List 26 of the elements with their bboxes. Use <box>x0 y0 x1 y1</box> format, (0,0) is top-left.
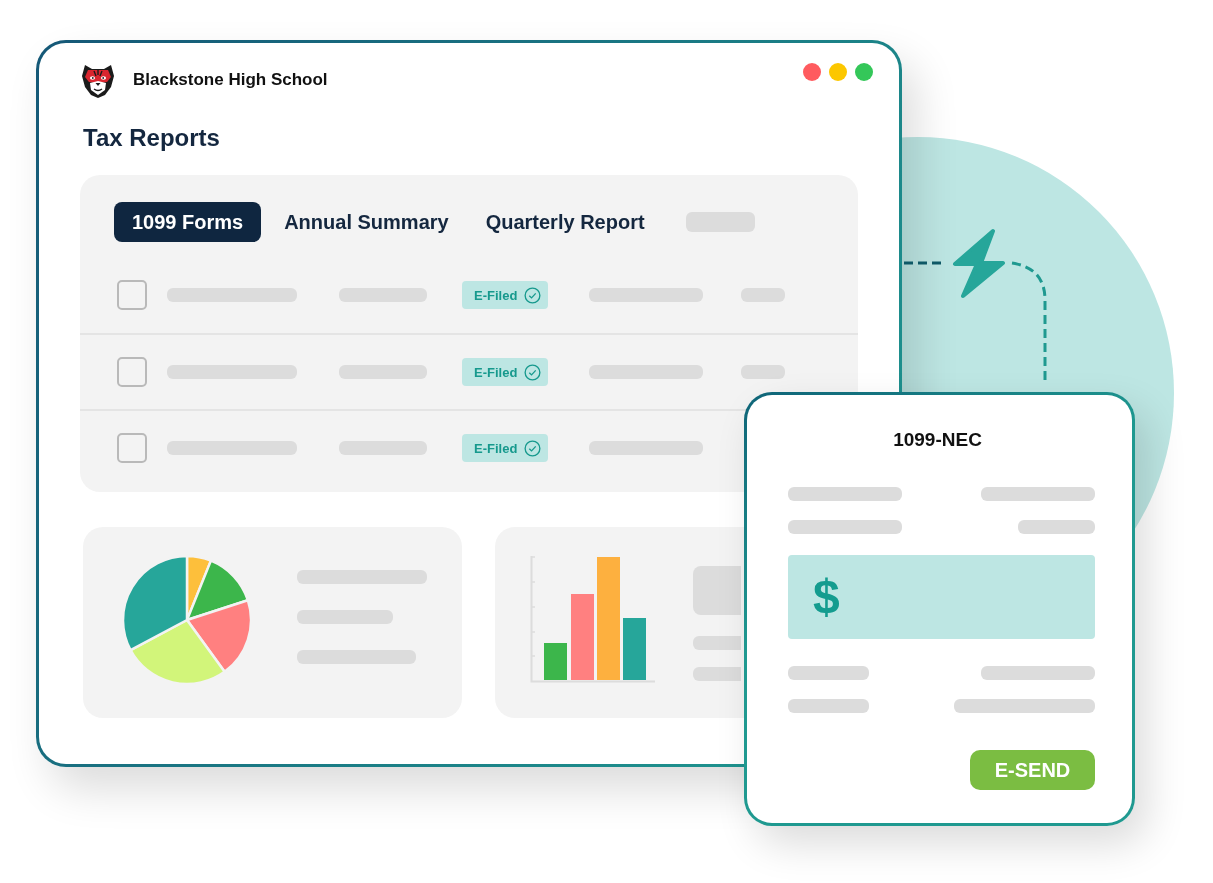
status-text: E-Filed <box>474 440 518 456</box>
tab[interactable]: Annual Summary <box>270 202 463 242</box>
check-circle-icon <box>524 363 542 381</box>
tab[interactable]: 1099 Forms <box>114 202 262 242</box>
page-title: Tax Reports <box>83 123 221 153</box>
checkbox[interactable] <box>117 357 147 387</box>
tab[interactable]: Quarterly Report <box>471 202 659 242</box>
check-circle-icon <box>524 439 542 457</box>
checkbox[interactable] <box>117 280 147 310</box>
tiger-head-icon <box>80 62 116 98</box>
placeholder-block <box>693 566 741 615</box>
placeholder-bar <box>693 636 741 650</box>
currency-symbol: $ <box>813 573 840 621</box>
form-title: 1099-NEC <box>893 428 982 452</box>
dashed-connector <box>904 261 944 265</box>
maximize-button[interactable] <box>855 63 873 81</box>
check-circle-icon <box>524 286 542 304</box>
status-text: E-Filed <box>474 364 518 380</box>
school-name: Blackstone High School <box>133 70 328 90</box>
close-button[interactable] <box>803 63 821 81</box>
placeholder-bar <box>741 365 785 379</box>
lightning-icon <box>953 229 1005 298</box>
checkbox[interactable] <box>117 433 147 463</box>
minimize-button[interactable] <box>829 63 847 81</box>
placeholder-bar <box>693 667 741 681</box>
status-text: E-Filed <box>474 287 518 303</box>
